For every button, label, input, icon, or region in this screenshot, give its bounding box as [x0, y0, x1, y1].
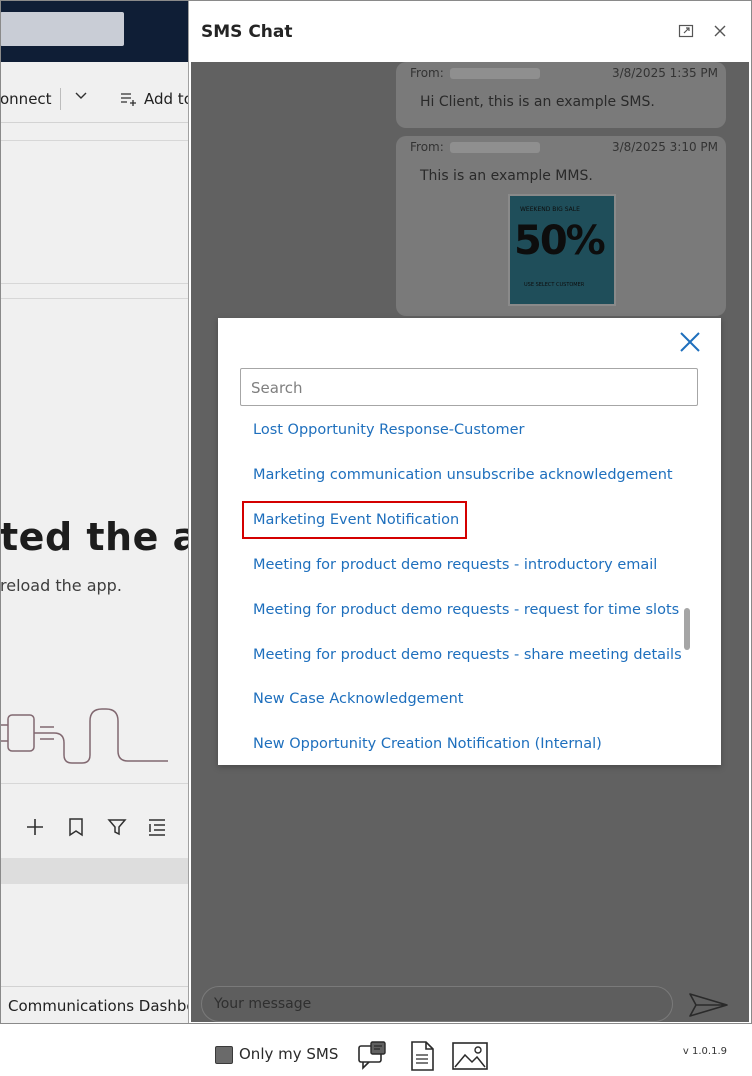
message-bubble: From: 3/8/2025 1:35 PM Hi Client, this i… — [396, 62, 726, 128]
background-dim — [0, 62, 188, 1024]
only-my-sms-label: Only my SMS — [239, 1045, 339, 1063]
mms-image-bottom-text: USE SELECT CUSTOMER — [524, 282, 585, 288]
only-my-sms-checkbox[interactable] — [215, 1046, 233, 1064]
message-composer — [201, 986, 673, 1022]
highlight-annotation — [242, 501, 467, 539]
message-timestamp: 3/8/2025 1:35 PM — [611, 66, 718, 80]
image-icon[interactable] — [451, 1040, 488, 1072]
template-item[interactable]: New Case Acknowledgement — [253, 691, 463, 707]
template-item[interactable]: Meeting for product demo requests - intr… — [253, 557, 657, 573]
mms-image-top-text: WEEKEND BIG SALE — [520, 206, 580, 213]
message-timestamp: 3/8/2025 3:10 PM — [611, 140, 718, 154]
mms-image-big-text: 50% — [514, 218, 606, 264]
top-search-box[interactable] — [0, 12, 124, 46]
mms-image[interactable]: WEEKEND BIG SALE 50% USE SELECT CUSTOMER — [508, 194, 616, 306]
sms-header: SMS Chat — [189, 0, 752, 62]
template-item[interactable]: New Opportunity Creation Notification (I… — [253, 736, 602, 752]
template-item[interactable]: Marketing communication unsubscribe ackn… — [253, 467, 673, 483]
template-item[interactable]: Meeting for product demo requests - requ… — [253, 602, 679, 618]
template-picker-modal: Lost Opportunity Response-Customer Marke… — [218, 318, 721, 765]
template-item[interactable]: Meeting for product demo requests - shar… — [253, 647, 682, 663]
send-icon[interactable] — [687, 990, 731, 1020]
redacted-sender — [450, 142, 540, 153]
message-body: This is an example MMS. — [420, 168, 593, 184]
document-icon[interactable] — [407, 1040, 443, 1072]
message-from-label: From: — [410, 66, 444, 80]
template-search-input[interactable] — [249, 377, 693, 399]
message-from-label: From: — [410, 140, 444, 154]
redacted-sender — [450, 68, 540, 79]
message-body: Hi Client, this is an example SMS. — [420, 94, 655, 110]
expand-icon[interactable] — [675, 20, 697, 42]
template-search — [240, 368, 698, 406]
message-bubble: From: 3/8/2025 3:10 PM This is an exampl… — [396, 136, 726, 316]
sms-template-icon[interactable] — [355, 1040, 391, 1072]
close-icon[interactable] — [709, 20, 731, 42]
version-label: v 1.0.1.9 — [682, 1046, 727, 1057]
options-row: Only my SMS — [211, 1040, 731, 1072]
template-list: Lost Opportunity Response-Customer Marke… — [218, 414, 721, 765]
template-item[interactable]: Lost Opportunity Response-Customer — [253, 422, 524, 438]
sms-title: SMS Chat — [201, 22, 293, 42]
list-scrollbar[interactable] — [684, 608, 690, 650]
message-input[interactable] — [212, 993, 656, 1015]
close-icon[interactable] — [678, 330, 702, 354]
